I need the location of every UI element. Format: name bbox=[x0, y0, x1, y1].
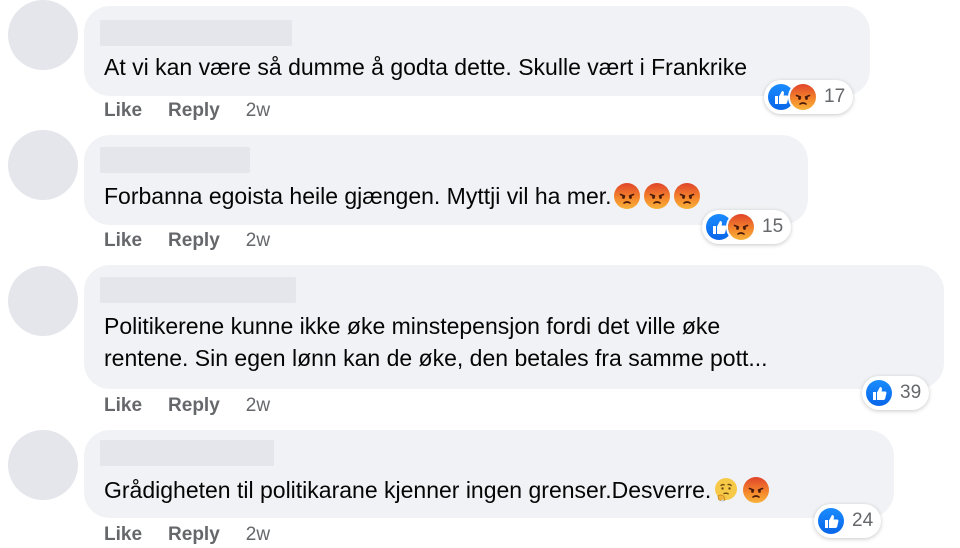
angry-icon bbox=[788, 82, 818, 112]
like-link[interactable]: Like bbox=[104, 100, 142, 122]
comment-timestamp[interactable]: 2w bbox=[246, 524, 270, 546]
reply-link[interactable]: Reply bbox=[168, 100, 220, 122]
redacted-author-name[interactable] bbox=[100, 20, 292, 46]
comment-text: At vi kan være så dumme å godta dette. S… bbox=[104, 54, 747, 80]
comment-timestamp[interactable]: 2w bbox=[246, 395, 270, 417]
comment-bubble: At vi kan være så dumme å godta dette. S… bbox=[84, 6, 870, 96]
reaction-count: 24 bbox=[852, 510, 874, 531]
like-link[interactable]: Like bbox=[104, 395, 142, 417]
like-icon bbox=[816, 506, 846, 536]
comment-timestamp[interactable]: 2w bbox=[246, 230, 270, 252]
comment-3: Politikerene kunne ikke øke minstepensjo… bbox=[0, 260, 960, 430]
avatar[interactable] bbox=[8, 266, 78, 336]
reaction-summary[interactable]: 17 bbox=[764, 80, 854, 114]
like-link[interactable]: Like bbox=[104, 230, 142, 252]
reply-link[interactable]: Reply bbox=[168, 524, 220, 546]
like-icon bbox=[864, 378, 894, 408]
redacted-author-name[interactable] bbox=[100, 147, 250, 173]
comment-bubble: Grådigheten til politikarane kjenner ing… bbox=[84, 430, 894, 518]
angry-emoji bbox=[674, 183, 700, 209]
comment-text: Forbanna egoista heile gjængen. Myttji v… bbox=[104, 180, 700, 212]
comment-text-line: Politikerene kunne ikke øke minstepensjo… bbox=[104, 313, 721, 339]
comment-4: Grådigheten til politikarane kjenner ing… bbox=[0, 428, 960, 548]
comment-timestamp[interactable]: 2w bbox=[246, 100, 270, 122]
comment-2: Forbanna egoista heile gjængen. Myttji v… bbox=[0, 130, 960, 260]
angry-emoji bbox=[644, 183, 670, 209]
reaction-summary[interactable]: 24 bbox=[814, 504, 882, 538]
comment-bubble: Forbanna egoista heile gjængen. Myttji v… bbox=[84, 135, 808, 225]
reply-link[interactable]: Reply bbox=[168, 230, 220, 252]
avatar[interactable] bbox=[8, 430, 78, 500]
avatar[interactable] bbox=[8, 130, 78, 200]
comment-actions: Like Reply 2w bbox=[104, 100, 270, 122]
angry-emoji bbox=[743, 477, 769, 503]
redacted-author-name[interactable] bbox=[100, 277, 296, 303]
thinking-emoji bbox=[713, 477, 739, 503]
avatar[interactable] bbox=[8, 0, 78, 70]
inline-emoji-group bbox=[614, 183, 700, 209]
comment-actions: Like Reply 2w bbox=[104, 524, 270, 546]
reaction-count: 17 bbox=[824, 86, 846, 107]
comment-text-line: rentene. Sin egen lønn kan de øke, den b… bbox=[104, 345, 768, 371]
reaction-summary[interactable]: 39 bbox=[862, 376, 930, 410]
reaction-count: 15 bbox=[762, 216, 784, 237]
comment-bubble: Politikerene kunne ikke øke minstepensjo… bbox=[84, 265, 944, 389]
reaction-summary[interactable]: 15 bbox=[702, 210, 792, 244]
comment-actions: Like Reply 2w bbox=[104, 395, 270, 417]
comment-1: At vi kan være så dumme å godta dette. S… bbox=[0, 0, 960, 130]
redacted-author-name[interactable] bbox=[100, 440, 274, 466]
like-link[interactable]: Like bbox=[104, 524, 142, 546]
reaction-count: 39 bbox=[900, 382, 922, 403]
angry-emoji bbox=[614, 183, 640, 209]
inline-emoji-group bbox=[713, 477, 769, 503]
comment-actions: Like Reply 2w bbox=[104, 230, 270, 252]
comment-text: Politikerene kunne ikke øke minstepensjo… bbox=[104, 310, 768, 374]
reply-link[interactable]: Reply bbox=[168, 395, 220, 417]
angry-icon bbox=[726, 212, 756, 242]
comment-text: Grådigheten til politikarane kjenner ing… bbox=[104, 474, 769, 506]
